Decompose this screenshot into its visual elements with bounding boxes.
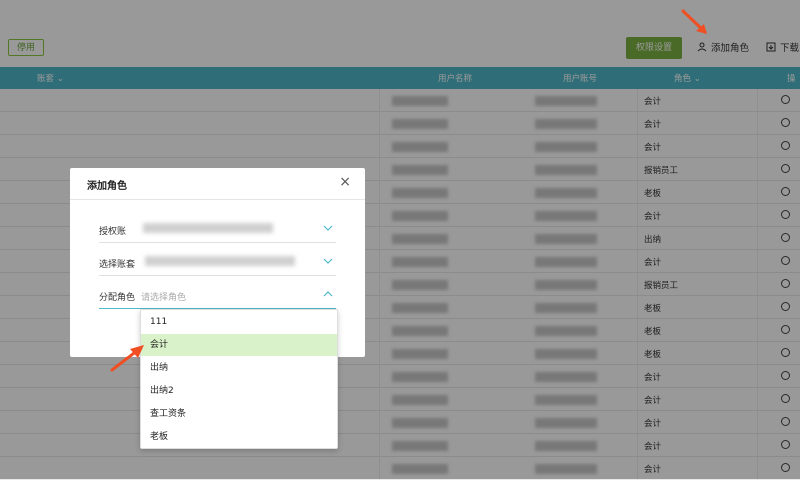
pointer-arrow <box>681 9 707 34</box>
role-option[interactable]: 出纳 <box>141 357 337 379</box>
close-icon[interactable]: × <box>339 174 351 190</box>
chevron-down-icon <box>323 258 333 264</box>
authorized-account-field[interactable]: 授权账 <box>99 218 336 243</box>
dialog-title: 添加角色 <box>87 181 127 192</box>
select-account-field[interactable]: 选择账套 <box>99 251 336 276</box>
assign-role-label: 分配角色 <box>99 293 136 303</box>
role-option-selected[interactable]: 会计 <box>141 334 337 356</box>
authorized-account-value <box>143 223 273 233</box>
assign-role-placeholder: 请选择角色 <box>141 293 187 303</box>
chevron-down-icon <box>323 225 333 231</box>
pointer-arrow <box>110 345 144 372</box>
role-option[interactable]: 出纳2 <box>141 380 337 402</box>
select-account-label: 选择账套 <box>99 260 136 270</box>
role-option[interactable]: 查工资条 <box>141 403 337 425</box>
chevron-up-icon <box>323 291 333 297</box>
role-option[interactable]: 111 <box>141 311 337 333</box>
role-dropdown: 111 会计 出纳 出纳2 查工资条 老板 <box>140 309 338 449</box>
assign-role-select[interactable]: 分配角色 请选择角色 <box>99 284 336 309</box>
role-option[interactable]: 老板 <box>141 426 337 448</box>
dialog-header: 添加角色 × <box>70 168 365 200</box>
select-account-value <box>145 256 295 266</box>
authorized-account-label: 授权账 <box>99 227 127 237</box>
